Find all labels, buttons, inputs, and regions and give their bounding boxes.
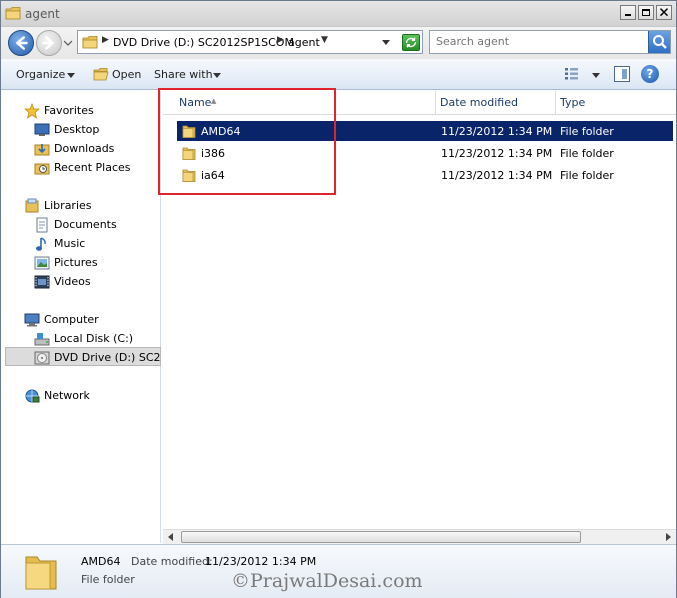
- window-controls: [618, 5, 672, 20]
- open-folder-icon: [93, 68, 109, 81]
- views-icon[interactable]: [564, 67, 579, 81]
- address-bar[interactable]: ▶ DVD Drive (D:) SC2012SP1SCOM ▶ agent ▼: [77, 30, 423, 54]
- search-button[interactable]: [648, 31, 670, 53]
- navigation-pane: Favorites Desktop Downloads Recent Place…: [1, 91, 161, 543]
- recent-places-icon: [34, 163, 50, 175]
- scroll-right-button[interactable]: [660, 530, 676, 544]
- watermark: ©PrajwalDesai.com: [231, 570, 423, 592]
- folder-icon: [182, 169, 196, 182]
- close-button[interactable]: [656, 5, 672, 20]
- close-icon: [659, 8, 669, 17]
- share-chevron-down-icon: [213, 73, 221, 78]
- maximize-button[interactable]: [638, 5, 654, 20]
- forward-arrow-icon: [42, 36, 54, 50]
- forward-button[interactable]: [36, 30, 62, 56]
- open-button[interactable]: Open: [112, 68, 141, 81]
- views-chevron-down-icon[interactable]: [592, 73, 600, 78]
- network-icon: [25, 389, 40, 403]
- refresh-button[interactable]: [402, 34, 420, 51]
- details-pane: AMD64 Date modified: 11/23/2012 1:34 PM …: [1, 544, 676, 598]
- back-button[interactable]: [8, 30, 34, 56]
- nav-recent-places[interactable]: Recent Places: [1, 158, 161, 177]
- help-icon[interactable]: ?: [641, 65, 659, 83]
- music-icon: [36, 237, 46, 251]
- breadcrumb-separator-icon[interactable]: ▶: [102, 35, 109, 45]
- hard-disk-icon: [34, 333, 50, 346]
- file-row-i386[interactable]: i386 11/23/2012 1:34 PM File folder: [177, 143, 673, 163]
- dvd-drive-icon: [34, 351, 50, 365]
- nav-network[interactable]: Network: [1, 386, 161, 405]
- details-file-type: File folder: [81, 573, 135, 586]
- header-divider: [163, 114, 676, 115]
- nav-documents[interactable]: Documents: [1, 215, 161, 234]
- downloads-folder-icon: [34, 144, 50, 156]
- minimize-button[interactable]: [620, 5, 636, 20]
- folder-icon: [82, 36, 98, 49]
- folder-icon: [182, 147, 196, 160]
- column-header-name[interactable]: Name ▲: [163, 91, 436, 114]
- folder-icon: [5, 7, 21, 20]
- window-title: agent: [25, 7, 60, 21]
- desktop-icon: [34, 123, 50, 136]
- videos-icon: [34, 275, 50, 289]
- scrollbar-thumb[interactable]: [181, 531, 581, 543]
- explorer-window: agent ▶ DVD Drive (D:) SC2012SP1SCOM ▶ a…: [0, 0, 677, 598]
- folder-icon: [182, 125, 196, 138]
- organize-chevron-down-icon: [67, 73, 75, 78]
- preview-pane-icon[interactable]: [614, 66, 630, 82]
- nav-downloads[interactable]: Downloads: [1, 139, 161, 158]
- libraries-icon: [25, 198, 39, 213]
- large-folder-icon: [25, 556, 57, 590]
- sort-ascending-icon: ▲: [211, 97, 217, 105]
- title-bar[interactable]: agent: [1, 1, 676, 27]
- breadcrumb-dropdown-icon[interactable]: ▼: [321, 35, 328, 45]
- nav-local-disk-c[interactable]: Local Disk (C:): [1, 329, 161, 348]
- scroll-right-icon: [666, 533, 671, 541]
- navigation-bar: ▶ DVD Drive (D:) SC2012SP1SCOM ▶ agent ▼: [1, 27, 676, 59]
- column-header-type[interactable]: Type: [556, 91, 676, 114]
- nav-favorites[interactable]: Favorites: [1, 101, 161, 120]
- file-row-ia64[interactable]: ia64 11/23/2012 1:34 PM File folder: [177, 165, 673, 185]
- file-list: Name ▲ Date modified Type AMD64 11/23/20…: [163, 91, 676, 529]
- share-with-menu[interactable]: Share with: [154, 68, 213, 81]
- file-row-amd64[interactable]: AMD64 11/23/2012 1:34 PM File folder: [177, 121, 673, 141]
- documents-icon: [36, 217, 48, 233]
- details-date-label: Date modified:: [131, 555, 213, 568]
- search-box[interactable]: [429, 30, 671, 54]
- star-icon: [24, 103, 40, 119]
- details-file-name: AMD64: [81, 555, 121, 568]
- nav-dvd-drive-d[interactable]: DVD Drive (D:) SC2012SP1SCOM: [5, 347, 161, 366]
- nav-computer[interactable]: Computer: [1, 310, 161, 329]
- breadcrumb-separator-icon[interactable]: ▶: [277, 35, 284, 45]
- scroll-left-icon: [168, 533, 173, 541]
- horizontal-scrollbar[interactable]: [163, 529, 676, 544]
- computer-icon: [24, 313, 40, 327]
- breadcrumb-dvd-drive[interactable]: DVD Drive (D:) SC2012SP1SCOM: [113, 36, 294, 49]
- nav-pictures[interactable]: Pictures: [1, 253, 161, 272]
- nav-videos[interactable]: Videos: [1, 272, 161, 291]
- recent-pages-chevron-down-icon[interactable]: [63, 36, 73, 50]
- column-header-date-modified[interactable]: Date modified: [436, 91, 556, 114]
- scroll-left-button[interactable]: [163, 530, 179, 544]
- nav-music[interactable]: Music: [1, 234, 161, 253]
- search-input[interactable]: [436, 35, 644, 48]
- breadcrumb-agent[interactable]: agent: [288, 36, 320, 49]
- nav-desktop[interactable]: Desktop: [1, 120, 161, 139]
- command-bar: Organize Open Share with ?: [1, 59, 676, 136]
- search-icon: [653, 35, 667, 49]
- pictures-icon: [34, 256, 50, 270]
- address-history-chevron-down-icon[interactable]: [380, 36, 392, 48]
- nav-libraries[interactable]: Libraries: [1, 196, 161, 215]
- back-arrow-icon: [16, 36, 28, 50]
- details-date-value: 11/23/2012 1:34 PM: [205, 555, 317, 568]
- refresh-icon: [405, 37, 417, 48]
- organize-menu[interactable]: Organize: [16, 68, 65, 81]
